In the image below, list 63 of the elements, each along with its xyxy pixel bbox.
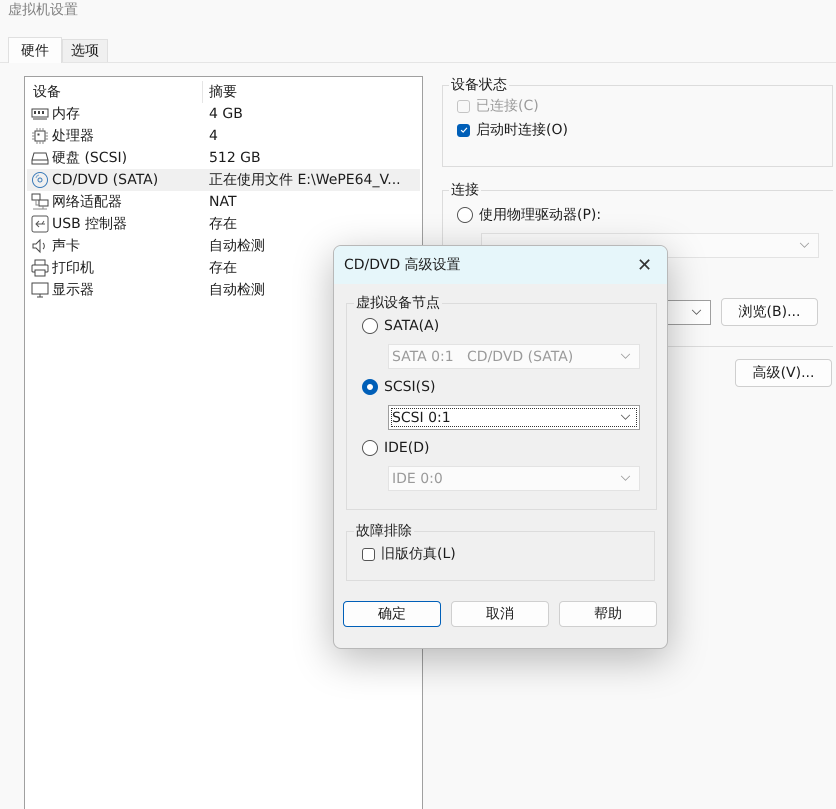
checkbox[interactable] <box>362 548 375 560</box>
radio-label: SATA(A) <box>384 318 440 334</box>
radio-button[interactable] <box>457 207 473 223</box>
group-title: 虚拟设备节点 <box>355 294 441 312</box>
network-icon <box>31 193 49 211</box>
device-row[interactable]: CD/DVD (SATA) 正在使用文件 E:\WePE64_V... <box>27 169 420 191</box>
device-summary: 4 GB <box>209 106 243 122</box>
usb-icon <box>31 215 49 233</box>
tab[interactable]: 硬件 <box>8 37 62 63</box>
device-summary: 512 GB <box>209 150 261 166</box>
monitor-icon <box>31 281 49 299</box>
window-title: 虚拟机设置 <box>7 1 79 20</box>
browse-button[interactable]: 浏览(B)... <box>721 298 818 326</box>
device-name: 声卡 <box>52 237 80 255</box>
radio-button[interactable] <box>362 379 378 395</box>
chip-icon <box>31 127 49 145</box>
dialog-button[interactable]: 取消 <box>451 601 549 627</box>
dialog-button[interactable]: 确定 <box>343 601 441 627</box>
checkbox-label: 旧版仿真(L) <box>381 545 456 563</box>
device-summary: NAT <box>209 194 237 210</box>
device-summary: 存在 <box>209 215 237 233</box>
device-row[interactable]: 处理器 4 <box>27 125 420 147</box>
advanced-button[interactable]: 高级(V)... <box>735 359 832 387</box>
dialog-title: CD/DVD 高级设置 <box>344 256 461 274</box>
device-row[interactable]: 内存 4 GB <box>27 103 420 125</box>
column-header[interactable]: 摘要 <box>203 81 420 103</box>
node-select[interactable]: SCSI 0:1 <box>388 405 640 430</box>
group-title: 连接 <box>450 181 480 199</box>
dialog-button[interactable]: 帮助 <box>559 601 657 627</box>
select-value: SCSI 0:1 <box>392 410 451 426</box>
device-name: 硬盘 (SCSI) <box>52 149 128 167</box>
device-summary: 自动检测 <box>209 281 265 299</box>
close-button[interactable]: ✕ <box>631 254 655 276</box>
device-row[interactable]: USB 控制器 存在 <box>27 213 420 235</box>
checkbox[interactable] <box>457 124 470 136</box>
select-value: IDE 0:0 <box>392 470 443 486</box>
device-name: USB 控制器 <box>52 215 128 233</box>
device-name: 打印机 <box>52 259 94 277</box>
device-name: 显示器 <box>52 281 94 299</box>
radio-label: SCSI(S) <box>384 379 436 395</box>
tab[interactable]: 选项 <box>62 39 108 62</box>
device-name: 处理器 <box>52 127 94 145</box>
disc-icon <box>31 171 49 189</box>
device-summary: 4 <box>209 128 218 144</box>
checkbox-label: 启动时连接(O) <box>476 121 568 139</box>
group-title: 故障排除 <box>355 522 413 540</box>
device-summary: 存在 <box>209 259 237 277</box>
device-row[interactable]: 网络适配器 NAT <box>27 191 420 213</box>
column-header[interactable]: 设备 <box>27 81 203 103</box>
device-summary: 自动检测 <box>209 237 265 255</box>
device-row[interactable]: 声卡 自动检测 <box>27 235 420 257</box>
device-name: 内存 <box>52 105 80 123</box>
radio-label: 使用物理驱动器(P): <box>479 206 602 224</box>
group-title: 设备状态 <box>450 76 508 94</box>
checkbox-label: 已连接(C) <box>476 97 539 115</box>
check-icon <box>458 125 468 135</box>
printer-icon <box>31 259 49 277</box>
device-summary: 正在使用文件 E:\WePE64_V... <box>209 171 401 189</box>
device-name: 网络适配器 <box>52 193 122 211</box>
device-row[interactable]: 硬盘 (SCSI) 512 GB <box>27 147 420 169</box>
device-name: CD/DVD (SATA) <box>52 172 158 188</box>
select-value: SATA 0:1 CD/DVD (SATA) <box>392 348 574 364</box>
radio-label: IDE(D) <box>384 440 430 456</box>
